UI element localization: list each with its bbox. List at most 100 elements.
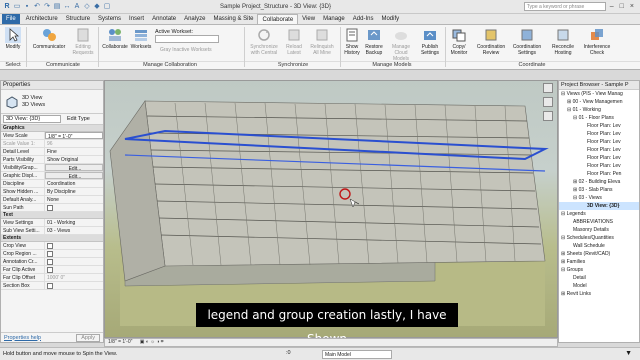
tab-systems[interactable]: Systems: [94, 14, 125, 24]
interference-check-button[interactable]: Interference Check: [580, 27, 614, 56]
revit-logo-icon[interactable]: R: [3, 3, 11, 11]
crop-icon[interactable]: ⌗: [161, 339, 164, 345]
close-hidden-icon[interactable]: ▢: [103, 3, 111, 11]
measure-icon[interactable]: ↔: [63, 3, 71, 11]
group-extents[interactable]: Extents: [1, 235, 103, 242]
tab-file[interactable]: File: [2, 14, 20, 24]
filter-icon[interactable]: ▼: [625, 350, 632, 357]
tab-analyze[interactable]: Analyze: [180, 14, 209, 24]
crop-view-checkbox[interactable]: [47, 243, 53, 249]
coordination-settings-button[interactable]: Coordination Settings: [510, 27, 544, 56]
tree-item[interactable]: Floor Plan: Lev: [559, 146, 639, 154]
reconcile-hosting-button[interactable]: Reconcile Hosting: [548, 27, 578, 56]
tree-item[interactable]: ABBREVIATIONS: [559, 218, 639, 226]
tab-manage[interactable]: Manage: [319, 14, 349, 24]
gray-inactive-worksets-button[interactable]: Gray Inactive Worksets: [160, 47, 212, 53]
apply-button[interactable]: Apply: [76, 333, 100, 342]
select-panel-label[interactable]: Select: [2, 62, 24, 68]
tree-item[interactable]: ⊟ Legends: [559, 210, 639, 218]
undo-icon[interactable]: ↶: [33, 3, 41, 11]
tab-massing-site[interactable]: Massing & Site: [209, 14, 257, 24]
tree-item[interactable]: Masonry Details: [559, 226, 639, 234]
view-scale-label[interactable]: 1/8" = 1'-0": [108, 339, 132, 345]
tree-item[interactable]: Floor Plan: Lev: [559, 122, 639, 130]
close-icon[interactable]: ×: [630, 3, 634, 10]
redo-icon[interactable]: ↷: [43, 3, 51, 11]
tree-item[interactable]: ⊟ Views (PIS - View Manag: [559, 90, 639, 98]
group-graphics[interactable]: Graphics: [1, 125, 103, 132]
section-box-checkbox[interactable]: [47, 283, 53, 289]
tree-item[interactable]: ⊞ Sheets (Revit/CAD): [559, 250, 639, 258]
type-selector[interactable]: 3D View 3D Views: [1, 90, 103, 114]
editing-requests-button[interactable]: Editing Requests: [70, 27, 96, 56]
sun-path-checkbox[interactable]: [47, 205, 53, 211]
edit-type-button[interactable]: Edit Type: [67, 116, 90, 122]
tree-item[interactable]: Floor Plan: Pen: [559, 170, 639, 178]
copy-monitor-button[interactable]: Copy/ Monitor: [448, 27, 470, 56]
manage-cloud-models-button[interactable]: Manage Cloud Models: [386, 27, 416, 62]
design-option-dropdown[interactable]: Main Model: [322, 350, 392, 359]
search-input[interactable]: Type a keyword or phrase: [523, 2, 606, 11]
tree-item[interactable]: ⊞ Families: [559, 258, 639, 266]
crop-region-checkbox[interactable]: [47, 251, 53, 257]
tab-structure[interactable]: Structure: [62, 14, 94, 24]
3d-viewport[interactable]: [104, 80, 558, 338]
group-text[interactable]: Text: [1, 212, 103, 219]
restore-backup-button[interactable]: Restore Backup: [362, 27, 386, 56]
tree-item[interactable]: Model: [559, 282, 639, 290]
3d-view-icon[interactable]: ◇: [83, 3, 91, 11]
open-icon[interactable]: ▭: [13, 3, 21, 11]
zoom-icon[interactable]: [543, 111, 553, 121]
tree-item[interactable]: ⊞ 03 - Slab Plans: [559, 186, 639, 194]
tree-item[interactable]: Wall Schedule: [559, 242, 639, 250]
collaborate-button[interactable]: Collaborate: [100, 27, 130, 50]
maximize-icon[interactable]: □: [620, 3, 624, 10]
gd-edit-button[interactable]: Edit...: [45, 172, 103, 179]
tree-item[interactable]: ⊟ 01 - Floor Plans: [559, 114, 639, 122]
sync-central-button[interactable]: Synchronize with Central: [248, 27, 280, 56]
tree-item[interactable]: ⊟ Schedules/Quantities: [559, 234, 639, 242]
tree-item[interactable]: ⊟ 01 - Working: [559, 106, 639, 114]
modify-button[interactable]: Modify: [3, 27, 23, 50]
section-icon[interactable]: ◆: [93, 3, 101, 11]
tree-item[interactable]: ⊞ 00 - View Managemen: [559, 98, 639, 106]
tab-insert[interactable]: Insert: [125, 14, 148, 24]
tree-item[interactable]: Floor Plan: Lev: [559, 138, 639, 146]
visual-style-icon[interactable]: ◐: [146, 339, 149, 345]
tree-item[interactable]: ⊞ 02 - Building Eleva: [559, 178, 639, 186]
steering-wheel-icon[interactable]: [543, 97, 553, 107]
coordination-review-button[interactable]: Coordination Review: [474, 27, 508, 56]
shadows-icon[interactable]: ◑: [156, 339, 159, 345]
tree-item[interactable]: ⊞ Revit Links: [559, 290, 639, 298]
tree-item[interactable]: Floor Plan: Lev: [559, 130, 639, 138]
active-workset-dropdown[interactable]: [155, 35, 219, 43]
annotation-crop-checkbox[interactable]: [47, 259, 53, 265]
far-clip-checkbox[interactable]: [47, 267, 53, 273]
tab-collaborate[interactable]: Collaborate: [257, 14, 299, 24]
relinquish-all-mine-button[interactable]: Relinquish All Mine: [307, 27, 337, 56]
minimize-icon[interactable]: –: [610, 3, 614, 10]
tree-item[interactable]: Detail: [559, 274, 639, 282]
instance-selector-dropdown[interactable]: 3D View: {3D}: [3, 115, 61, 123]
tab-modify[interactable]: Modify: [377, 14, 403, 24]
sun-path-icon[interactable]: ☼: [150, 339, 155, 345]
publish-settings-button[interactable]: Publish Settings: [418, 27, 442, 56]
save-icon[interactable]: ▪: [23, 3, 31, 11]
tab-architecture[interactable]: Architecture: [22, 14, 62, 24]
tree-item[interactable]: Floor Plan: Lev: [559, 162, 639, 170]
tab-add-ins[interactable]: Add-Ins: [349, 14, 378, 24]
tree-item[interactable]: ⊟ 03 - Views: [559, 194, 639, 202]
tab-view[interactable]: View: [298, 14, 319, 24]
tree-item-active-view[interactable]: 3D View: {3D}: [559, 202, 639, 210]
viewcube-icon[interactable]: [543, 83, 553, 93]
tree-item[interactable]: ⊟ Groups: [559, 266, 639, 274]
tab-annotate[interactable]: Annotate: [148, 14, 180, 24]
tree-item[interactable]: Floor Plan: Lev: [559, 154, 639, 162]
detail-level-icon[interactable]: ▣: [140, 339, 145, 345]
text-icon[interactable]: A: [73, 3, 81, 11]
communicator-button[interactable]: Communicator: [30, 27, 68, 50]
worksets-button[interactable]: Worksets: [130, 27, 152, 50]
reload-latest-button[interactable]: Reload Latest: [282, 27, 306, 56]
vg-edit-button[interactable]: Edit...: [45, 164, 103, 171]
show-history-button[interactable]: Show History: [342, 27, 362, 56]
